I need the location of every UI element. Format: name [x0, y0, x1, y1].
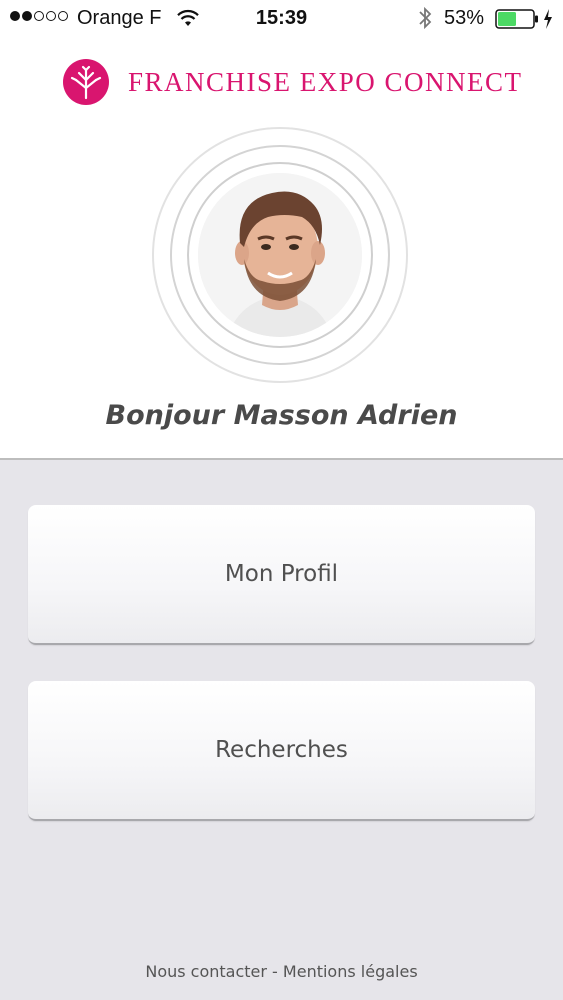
mon-profil-button[interactable]: Mon Profil — [28, 505, 535, 645]
bluetooth-icon — [418, 6, 432, 36]
contact-link[interactable]: Nous contacter — [145, 962, 267, 981]
footer-separator: - — [266, 962, 283, 981]
greeting-text: Bonjour Masson Adrien — [105, 400, 458, 431]
brand-title: FRANCHISE EXPO CONNECT — [128, 67, 523, 97]
battery-percent: 53% — [444, 7, 485, 29]
user-photo — [198, 173, 362, 337]
battery-icon — [495, 9, 539, 35]
tree-logo-icon — [62, 58, 110, 106]
footer: Nous contacter - Mentions légales — [0, 962, 563, 981]
recherches-button[interactable]: Recherches — [28, 681, 535, 821]
legal-link[interactable]: Mentions légales — [283, 962, 418, 981]
avatar-container — [152, 127, 408, 383]
status-bar: Orange F 15:39 53% — [0, 0, 563, 38]
menu-panel: Mon Profil Recherches Nous contacter - M… — [0, 458, 563, 1000]
charging-icon — [542, 8, 554, 36]
